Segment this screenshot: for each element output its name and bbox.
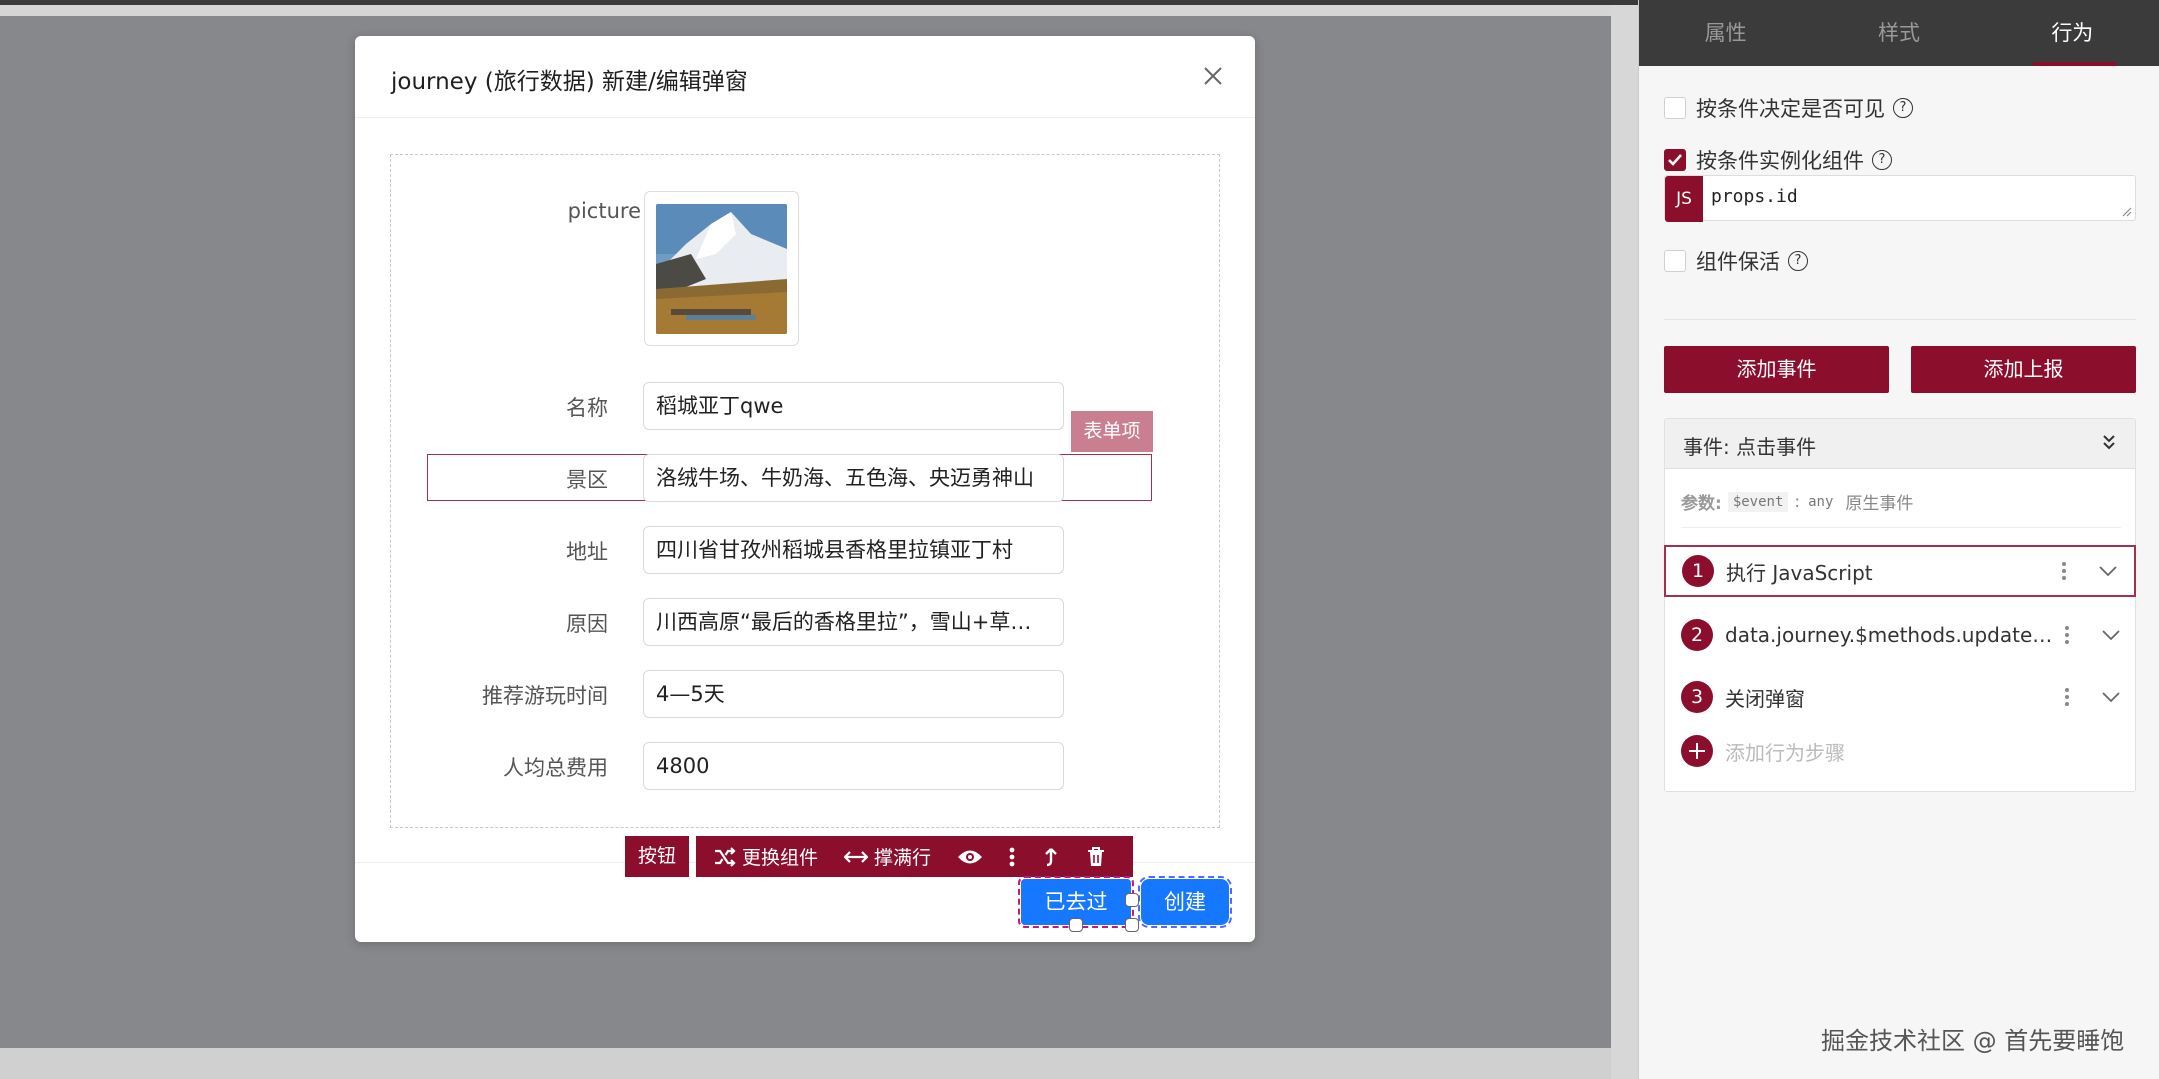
field-label: 推荐游玩时间 xyxy=(482,684,608,708)
name-input[interactable]: 稻城亚丁qwe xyxy=(643,382,1064,430)
params-divider xyxy=(1681,527,2121,528)
keep-alive-label: 组件保活 xyxy=(1696,250,1780,274)
add-report-button[interactable]: 添加上报 xyxy=(1911,346,2136,393)
conditional-visible-label: 按条件决定是否可见 xyxy=(1696,97,1885,121)
js-code-text: props.id xyxy=(1711,186,1798,207)
double-chevron-down-icon[interactable] xyxy=(2101,433,2117,451)
stretch-row-label: 撑满行 xyxy=(874,847,932,869)
field-label: 景区 xyxy=(566,468,608,492)
step-number: 2 xyxy=(1681,619,1713,651)
scenic-input[interactable]: 洛绒牛场、牛奶海、五色海、央迈勇神山 xyxy=(643,454,1064,502)
step-label: 执行 JavaScript xyxy=(1726,560,1873,585)
conditional-instantiate-label: 按条件实例化组件 xyxy=(1696,149,1864,173)
landscape-image xyxy=(656,204,787,334)
add-step-button[interactable]: 添加行为步骤 xyxy=(1681,735,1845,767)
param-name: $event xyxy=(1727,491,1789,512)
field-label: 人均总费用 xyxy=(503,756,608,780)
step-number: 1 xyxy=(1682,555,1714,587)
help-icon[interactable]: ? xyxy=(1872,150,1892,170)
field-label: 原因 xyxy=(566,612,608,636)
picture-label: picture xyxy=(567,199,641,223)
form-row-address: 地址 四川省甘孜州稻城县香格里拉镇亚丁村 xyxy=(390,526,1220,574)
arrows-horizontal-icon xyxy=(844,850,869,863)
panel-tabs: 属性 样式 行为 xyxy=(1639,0,2159,66)
js-badge: JS xyxy=(1665,176,1703,222)
js-expression-input[interactable]: JS props.id xyxy=(1664,175,2136,222)
tab-styles[interactable]: 样式 xyxy=(1812,0,1985,66)
conditional-instantiate-checkbox[interactable] xyxy=(1664,149,1686,171)
chevron-down-icon[interactable] xyxy=(2101,691,2121,703)
chevron-down-icon[interactable] xyxy=(2098,565,2118,577)
resize-handle-corner[interactable] xyxy=(1125,918,1139,932)
more-vertical-icon[interactable] xyxy=(2063,688,2071,706)
event-header[interactable]: 事件: 点击事件 xyxy=(1665,419,2135,469)
tab-behavior[interactable]: 行为 xyxy=(1986,0,2159,66)
add-step-label: 添加行为步骤 xyxy=(1725,740,1845,765)
help-icon[interactable]: ? xyxy=(1788,251,1808,271)
top-strip xyxy=(0,0,1638,5)
form-row-duration: 推荐游玩时间 4—5天 xyxy=(390,670,1220,718)
component-toolbar: 更换组件 撑满行 xyxy=(696,836,1133,877)
add-event-button[interactable]: 添加事件 xyxy=(1664,346,1889,393)
reason-input[interactable]: 川西高原“最后的香格里拉”，雪山+草甸+湖泊… xyxy=(643,598,1064,646)
active-tab-indicator xyxy=(2033,62,2116,66)
canvas-vertical-scrollbar[interactable] xyxy=(1611,5,1638,1079)
modal-header: journey (旅行数据) 新建/编辑弹窗 xyxy=(355,36,1255,118)
watermark: 掘金技术社区 @ 首先要睡饱 xyxy=(1821,1027,2125,1055)
field-label: 名称 xyxy=(566,396,608,420)
canvas-horizontal-scrollbar[interactable] xyxy=(0,1048,1611,1079)
params-label: 参数: xyxy=(1681,494,1722,514)
conditional-visible-checkbox[interactable] xyxy=(1664,97,1686,119)
address-input[interactable]: 四川省甘孜州稻城县香格里拉镇亚丁村 xyxy=(643,526,1064,574)
more-vertical-icon[interactable] xyxy=(2063,626,2071,644)
picture-upload[interactable] xyxy=(644,191,799,346)
conditional-instantiate-option: 按条件实例化组件 ? xyxy=(1664,145,1892,175)
stretch-row-button[interactable]: 撑满行 xyxy=(844,843,931,870)
conditional-visible-option: 按条件决定是否可见 ? xyxy=(1664,93,1913,123)
resize-handle-right[interactable] xyxy=(1125,893,1139,907)
form-row-reason: 原因 川西高原“最后的香格里拉”，雪山+草甸+湖泊… xyxy=(390,598,1220,646)
plus-icon xyxy=(1681,735,1713,767)
event-params: 参数: $event: any 原生事件 xyxy=(1681,489,1913,514)
event-title: 事件: 点击事件 xyxy=(1683,435,1817,459)
replace-component-label: 更换组件 xyxy=(742,847,819,869)
action-step[interactable]: 1 执行 JavaScript xyxy=(1664,545,2136,597)
step-number: 3 xyxy=(1681,681,1713,713)
duration-input[interactable]: 4—5天 xyxy=(643,670,1064,718)
form-row-scenic: 景区 洛绒牛场、牛奶海、五色海、央迈勇神山 xyxy=(390,454,1220,502)
panel-divider xyxy=(1664,319,2136,320)
step-label: 关闭弹窗 xyxy=(1725,686,1805,711)
field-label: 地址 xyxy=(566,540,608,564)
replace-component-button[interactable]: 更换组件 xyxy=(714,843,818,870)
form-row-cost: 人均总费用 4800 xyxy=(390,742,1220,790)
action-step[interactable]: 3 关闭弹窗 xyxy=(1665,671,2137,723)
help-icon[interactable]: ? xyxy=(1893,98,1913,118)
action-step[interactable]: 2 data.journey.$methods.update (arg... xyxy=(1665,609,2137,661)
behavior-panel: 属性 样式 行为 按条件决定是否可见 ? 按条件实例化组件 ? JS props… xyxy=(1638,0,2159,1079)
check-icon xyxy=(1668,154,1682,166)
chevron-down-icon[interactable] xyxy=(2101,629,2121,641)
keep-alive-option: 组件保活 ? xyxy=(1664,246,1808,276)
create-button[interactable]: 创建 xyxy=(1138,876,1232,928)
step-label: data.journey.$methods.update (arg... xyxy=(1725,623,2055,647)
more-vertical-icon[interactable] xyxy=(1009,847,1021,867)
more-vertical-icon[interactable] xyxy=(2060,562,2068,580)
resize-grip-icon[interactable] xyxy=(2122,207,2132,217)
cost-input[interactable]: 4800 xyxy=(643,742,1064,790)
component-type-tag[interactable]: 按钮 xyxy=(625,836,689,877)
modal-title: journey (旅行数据) 新建/编辑弹窗 xyxy=(391,69,748,95)
param-desc: 原生事件 xyxy=(1845,494,1914,514)
keep-alive-checkbox[interactable] xyxy=(1664,250,1686,272)
select-parent-icon[interactable] xyxy=(1043,847,1065,867)
tab-properties[interactable]: 属性 xyxy=(1639,0,1812,66)
resize-handle-bottom[interactable] xyxy=(1069,918,1083,932)
close-icon[interactable] xyxy=(1199,62,1227,90)
trash-icon[interactable] xyxy=(1087,846,1111,867)
form-item-tag[interactable]: 表单项 xyxy=(1071,411,1153,452)
event-card: 事件: 点击事件 参数: $event: any 原生事件 1 执行 JavaS… xyxy=(1664,418,2136,792)
eye-icon[interactable] xyxy=(957,848,989,866)
shuffle-icon xyxy=(715,846,736,867)
param-type: any xyxy=(1808,493,1834,510)
